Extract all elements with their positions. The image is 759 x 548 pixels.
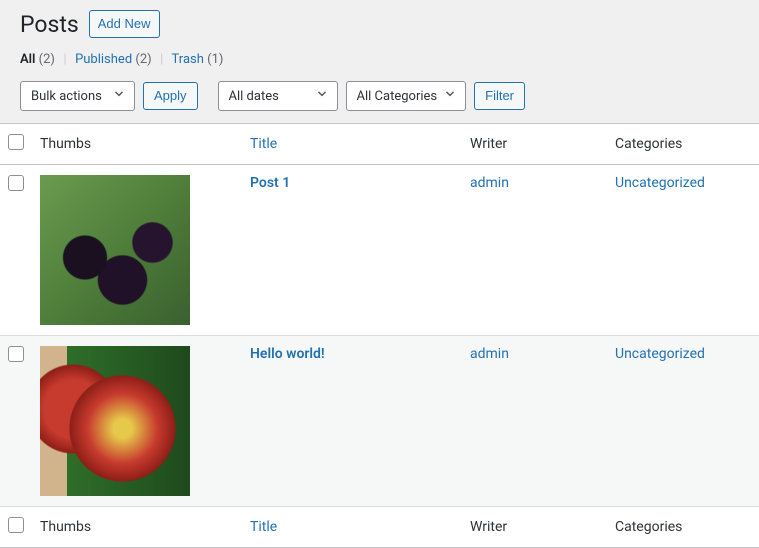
filter-button[interactable]: Filter: [474, 82, 525, 110]
select-all-checkbox-footer[interactable]: [8, 517, 24, 533]
column-header-thumbs: Thumbs: [32, 124, 242, 165]
chevron-down-icon: [443, 87, 457, 105]
filter-published-count: (2): [135, 52, 151, 67]
post-category-link[interactable]: Uncategorized: [615, 175, 705, 191]
bulk-actions-select[interactable]: Bulk actions: [20, 81, 135, 111]
date-filter-select[interactable]: All dates: [218, 81, 338, 111]
select-all-checkbox[interactable]: [8, 134, 24, 150]
column-footer-title[interactable]: Title: [242, 507, 462, 548]
filter-published-link[interactable]: Published: [75, 52, 132, 67]
table-row: Post 1 admin Uncategorized: [0, 165, 759, 336]
post-thumbnail[interactable]: [40, 175, 190, 325]
table-row: Hello world! admin Uncategorized: [0, 336, 759, 507]
column-header-categories: Categories: [607, 124, 759, 165]
category-filter-value: All Categories: [357, 89, 438, 104]
filter-trash-count: (1): [207, 52, 223, 67]
filter-all-link[interactable]: All: [20, 52, 35, 67]
row-checkbox[interactable]: [8, 346, 24, 362]
separator: |: [157, 52, 167, 67]
bulk-actions-value: Bulk actions: [31, 89, 102, 104]
post-author-link[interactable]: admin: [470, 175, 509, 191]
column-footer-categories: Categories: [607, 507, 759, 548]
column-footer-writer: Writer: [462, 507, 607, 548]
row-checkbox[interactable]: [8, 175, 24, 191]
post-title-link[interactable]: Post 1: [250, 175, 290, 191]
post-title-link[interactable]: Hello world!: [250, 346, 325, 362]
date-filter-value: All dates: [229, 89, 279, 104]
filter-trash-link[interactable]: Trash: [172, 52, 204, 67]
chevron-down-icon: [315, 87, 329, 105]
category-filter-select[interactable]: All Categories: [346, 81, 467, 111]
separator: |: [60, 52, 70, 67]
page-title: Posts: [20, 11, 79, 38]
post-category-link[interactable]: Uncategorized: [615, 346, 705, 362]
apply-button[interactable]: Apply: [143, 82, 198, 110]
column-footer-thumbs: Thumbs: [32, 507, 242, 548]
posts-table: Thumbs Title Writer Categories Post 1 ad…: [0, 123, 759, 548]
status-filter-links: All (2) | Published (2) | Trash (1): [20, 52, 739, 67]
post-thumbnail[interactable]: [40, 346, 190, 496]
chevron-down-icon: [112, 87, 126, 105]
add-new-button[interactable]: Add New: [89, 10, 160, 38]
filter-all-count: (2): [39, 52, 55, 67]
post-author-link[interactable]: admin: [470, 346, 509, 362]
column-header-title[interactable]: Title: [242, 124, 462, 165]
column-header-writer: Writer: [462, 124, 607, 165]
